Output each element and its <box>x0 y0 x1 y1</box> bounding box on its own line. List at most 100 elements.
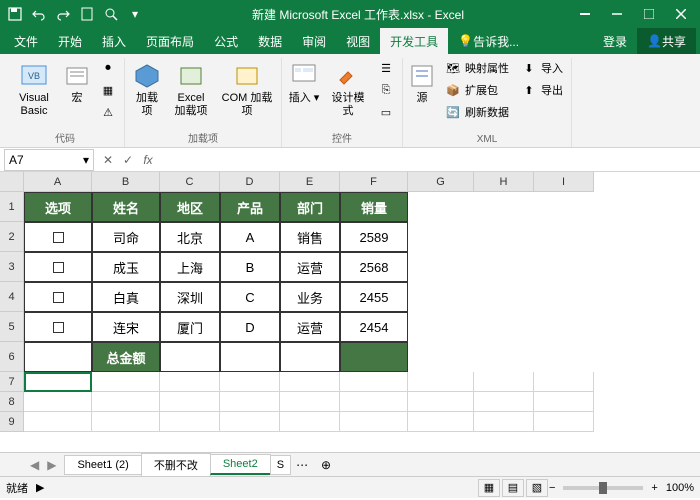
close-icon[interactable] <box>666 3 696 25</box>
cell[interactable] <box>408 372 474 392</box>
cell[interactable] <box>160 412 220 432</box>
cell[interactable]: 深圳 <box>160 282 220 312</box>
row-header[interactable]: 9 <box>0 412 24 432</box>
preview-icon[interactable] <box>100 3 122 25</box>
cell[interactable] <box>220 342 280 372</box>
run-dialog-button[interactable]: ▭ <box>374 102 398 122</box>
cell[interactable]: 2455 <box>340 282 408 312</box>
cell[interactable] <box>408 392 474 412</box>
col-header[interactable]: A <box>24 172 92 192</box>
tab-layout[interactable]: 页面布局 <box>136 28 204 54</box>
col-header[interactable]: H <box>474 172 534 192</box>
page-layout-view-icon[interactable]: ▤ <box>502 479 524 497</box>
page-break-view-icon[interactable]: ▧ <box>526 479 548 497</box>
relative-ref-button[interactable]: ▦ <box>96 80 120 100</box>
cell[interactable]: 2568 <box>340 252 408 282</box>
cell[interactable]: 姓名 <box>92 192 160 222</box>
visual-basic-button[interactable]: VB Visual Basic <box>10 58 58 120</box>
cell[interactable] <box>220 392 280 412</box>
cell[interactable]: 运营 <box>280 252 340 282</box>
tab-file[interactable]: 文件 <box>4 28 48 54</box>
tab-nav-prev-icon[interactable]: ◀ <box>30 458 39 472</box>
macro-status-icon[interactable]: ▶ <box>36 481 44 494</box>
cell[interactable]: C <box>220 282 280 312</box>
cell[interactable]: 产品 <box>220 192 280 222</box>
cell[interactable] <box>474 392 534 412</box>
cell[interactable] <box>160 372 220 392</box>
cell[interactable] <box>340 372 408 392</box>
tab-data[interactable]: 数据 <box>248 28 292 54</box>
cell[interactable] <box>24 342 92 372</box>
cell[interactable] <box>280 342 340 372</box>
col-header[interactable]: E <box>280 172 340 192</box>
sheet-tab-1[interactable]: Sheet1 (2) <box>64 455 141 475</box>
cell[interactable]: 部门 <box>280 192 340 222</box>
macro-security-button[interactable]: ⚠ <box>96 102 120 122</box>
cell[interactable] <box>474 412 534 432</box>
minimize-icon[interactable] <box>602 3 632 25</box>
cell[interactable] <box>24 222 92 252</box>
expand-pack-button[interactable]: 📦扩展包 <box>441 80 513 100</box>
save-icon[interactable] <box>4 3 26 25</box>
properties-button[interactable]: ☰ <box>374 58 398 78</box>
row-header[interactable]: 2 <box>0 222 24 252</box>
col-header[interactable]: D <box>220 172 280 192</box>
checkbox[interactable] <box>53 292 64 303</box>
cell[interactable]: 2589 <box>340 222 408 252</box>
sheet-tab-4[interactable]: S <box>270 455 291 475</box>
qat-dropdown-icon[interactable]: ▾ <box>124 3 146 25</box>
cell[interactable]: 白真 <box>92 282 160 312</box>
cancel-formula-icon[interactable]: ✕ <box>98 153 118 167</box>
zoom-in-icon[interactable]: + <box>651 482 657 494</box>
checkbox[interactable] <box>53 262 64 273</box>
tab-nav-next-icon[interactable]: ▶ <box>47 458 56 472</box>
checkbox[interactable] <box>53 322 64 333</box>
cell[interactable] <box>408 412 474 432</box>
cell[interactable] <box>92 372 160 392</box>
cell[interactable]: 销售 <box>280 222 340 252</box>
new-icon[interactable] <box>76 3 98 25</box>
cell[interactable] <box>534 392 594 412</box>
addin-button[interactable]: 加载项 <box>129 58 165 120</box>
ribbon-options-icon[interactable] <box>570 3 600 25</box>
source-button[interactable]: 源 <box>407 58 437 107</box>
normal-view-icon[interactable]: ▦ <box>478 479 500 497</box>
excel-addin-button[interactable]: Excel 加载项 <box>169 58 213 120</box>
col-header[interactable]: B <box>92 172 160 192</box>
col-header[interactable]: G <box>408 172 474 192</box>
select-all-corner[interactable] <box>0 172 24 192</box>
cell[interactable] <box>340 392 408 412</box>
col-header[interactable]: I <box>534 172 594 192</box>
undo-icon[interactable] <box>28 3 50 25</box>
row-header[interactable]: 6 <box>0 342 24 372</box>
cell[interactable] <box>24 312 92 342</box>
cell[interactable] <box>160 392 220 412</box>
row-header[interactable]: 1 <box>0 192 24 222</box>
cell[interactable]: 成玉 <box>92 252 160 282</box>
cell[interactable]: 运营 <box>280 312 340 342</box>
login-button[interactable]: 登录 <box>593 28 637 54</box>
checkbox[interactable] <box>53 232 64 243</box>
cell[interactable] <box>340 412 408 432</box>
row-header[interactable]: 5 <box>0 312 24 342</box>
cell[interactable]: 总金额 <box>92 342 160 372</box>
cell[interactable] <box>24 412 92 432</box>
cell[interactable] <box>534 372 594 392</box>
tab-scroll-icon[interactable]: ⋯ <box>290 458 314 472</box>
cell[interactable] <box>160 342 220 372</box>
cell[interactable] <box>220 372 280 392</box>
confirm-formula-icon[interactable]: ✓ <box>118 153 138 167</box>
cell[interactable]: 北京 <box>160 222 220 252</box>
cell[interactable] <box>280 372 340 392</box>
cell[interactable] <box>24 282 92 312</box>
view-code-button[interactable]: ⎘ <box>374 80 398 100</box>
cell[interactable]: A <box>220 222 280 252</box>
cell[interactable]: 地区 <box>160 192 220 222</box>
cell[interactable]: 选项 <box>24 192 92 222</box>
cell[interactable]: D <box>220 312 280 342</box>
export-button[interactable]: ⬆导出 <box>517 80 567 100</box>
tab-view[interactable]: 视图 <box>336 28 380 54</box>
tab-tellme[interactable]: 💡 告诉我... <box>448 28 529 54</box>
row-header[interactable]: 8 <box>0 392 24 412</box>
cell[interactable]: 厦门 <box>160 312 220 342</box>
